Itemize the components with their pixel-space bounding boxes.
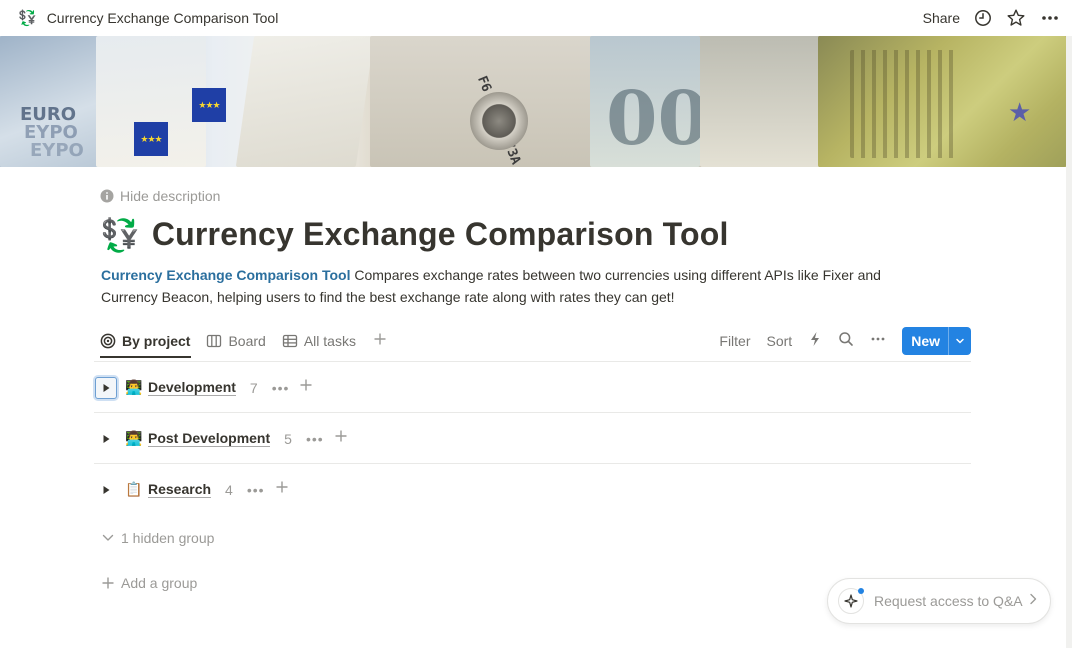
description-link[interactable]: Currency Exchange Comparison Tool — [101, 267, 350, 283]
hide-description-button[interactable]: Hide description — [100, 188, 220, 204]
eu-flag-icon: ★★★ — [192, 88, 226, 122]
group-toggle[interactable] — [95, 479, 117, 501]
cover-text-eypo-2: EYPO — [30, 140, 84, 161]
plus-icon — [276, 481, 288, 493]
group-toggle[interactable] — [95, 428, 117, 450]
group-add-button[interactable] — [334, 429, 348, 448]
group-add-button[interactable] — [275, 480, 289, 499]
group-count: 7 — [249, 379, 258, 396]
developer-icon: 👨‍💻 — [125, 430, 143, 446]
share-button[interactable]: Share — [923, 10, 960, 26]
topbar-actions: Share — [923, 8, 1060, 28]
euro-arch-pattern — [850, 50, 960, 158]
clock-icon[interactable] — [974, 9, 992, 27]
clipboard-icon: 📋 — [125, 481, 143, 497]
database-toolbar: Filter Sort New — [719, 327, 971, 355]
tab-by-project[interactable]: By project — [100, 333, 190, 349]
ai-sparkle-icon — [838, 588, 864, 614]
star-icon[interactable] — [1006, 8, 1026, 28]
page-title: 💱 Currency Exchange Comparison Tool — [100, 216, 729, 253]
page-description[interactable]: Currency Exchange Comparison Tool Compar… — [101, 264, 881, 308]
automation-lightning-icon[interactable] — [808, 331, 822, 352]
group-name[interactable]: Development — [148, 379, 236, 396]
group-name[interactable]: Research — [148, 481, 212, 498]
group-name[interactable]: Post Development — [148, 430, 271, 447]
group-add-button[interactable] — [299, 378, 313, 397]
triangle-right-icon — [103, 383, 110, 392]
currency-exchange-icon[interactable]: 💱 — [100, 219, 140, 251]
notification-dot — [858, 588, 864, 594]
group-count: 5 — [284, 430, 292, 447]
target-icon — [100, 333, 116, 349]
view-tabs: By project Board All tasks — [100, 327, 388, 355]
plus-icon — [335, 430, 347, 442]
triangle-right-icon — [103, 485, 110, 494]
add-view-button[interactable] — [372, 331, 388, 352]
triangle-right-icon — [103, 434, 110, 443]
cover-image[interactable]: EURO EYPO EYPO ★★★ ★★★ ★★★ F6 32876273A … — [0, 36, 1066, 167]
page-icon[interactable]: 💱 — [18, 9, 37, 27]
request-qa-label: Request access to Q&A — [874, 593, 1023, 609]
chevron-down-icon — [956, 338, 964, 344]
hidden-group-toggle[interactable]: 1 hidden group — [101, 530, 214, 546]
request-qa-button[interactable]: Request access to Q&A — [827, 578, 1051, 624]
tab-all-tasks[interactable]: All tasks — [282, 333, 356, 349]
search-icon[interactable] — [838, 331, 854, 352]
hide-description-label: Hide description — [120, 188, 221, 204]
info-icon — [100, 189, 114, 203]
group-post-development: 👨‍💻 Post Development 5 ••• — [94, 413, 971, 464]
board-icon — [207, 334, 222, 348]
group-research: 📋 Research 4 ••• — [94, 464, 971, 515]
new-button-group: New — [902, 327, 971, 355]
top-bar: 💱 Currency Exchange Comparison Tool Shar… — [0, 0, 1072, 36]
group-more-icon[interactable]: ••• — [247, 482, 265, 498]
dollar-note-corner — [700, 36, 820, 167]
filter-button[interactable]: Filter — [719, 333, 750, 349]
more-icon[interactable] — [1040, 8, 1060, 28]
add-group-label: Add a group — [121, 575, 198, 591]
tab-label: All tasks — [303, 333, 356, 349]
group-development: 👨‍💻 Development 7 ••• — [94, 362, 971, 413]
scrollbar[interactable] — [1066, 36, 1072, 648]
group-more-icon[interactable]: ••• — [272, 380, 290, 396]
tab-label: Board — [228, 333, 266, 349]
hidden-group-label: 1 hidden group — [121, 530, 215, 546]
cover-star: ★ — [1008, 98, 1032, 128]
new-button[interactable]: New — [902, 327, 948, 355]
plus-icon — [300, 379, 312, 391]
page-title-text[interactable]: Currency Exchange Comparison Tool — [152, 216, 729, 253]
add-group-button[interactable]: Add a group — [101, 575, 197, 591]
sort-button[interactable]: Sort — [767, 333, 793, 349]
tab-board[interactable]: Board — [206, 333, 266, 349]
euro-note-fold — [235, 36, 375, 167]
developer-icon: 👨‍💻 — [125, 379, 143, 395]
breadcrumb-title[interactable]: Currency Exchange Comparison Tool — [47, 10, 279, 26]
group-toggle[interactable] — [95, 376, 117, 399]
chevron-down-icon — [102, 534, 114, 541]
eu-flag-icon: ★★★ — [134, 122, 168, 156]
plus-icon — [374, 333, 386, 344]
more-options-icon[interactable] — [870, 331, 886, 352]
active-tab-indicator — [100, 356, 191, 358]
tab-label: By project — [122, 333, 191, 349]
table-icon — [282, 334, 297, 348]
chevron-right-icon — [1028, 592, 1038, 610]
treasury-seal-icon — [470, 92, 528, 150]
new-dropdown-button[interactable] — [949, 327, 971, 355]
plus-icon — [102, 577, 114, 589]
group-count: 4 — [225, 481, 233, 498]
group-more-icon[interactable]: ••• — [306, 431, 324, 447]
cover-hundred: 00 — [606, 76, 709, 162]
